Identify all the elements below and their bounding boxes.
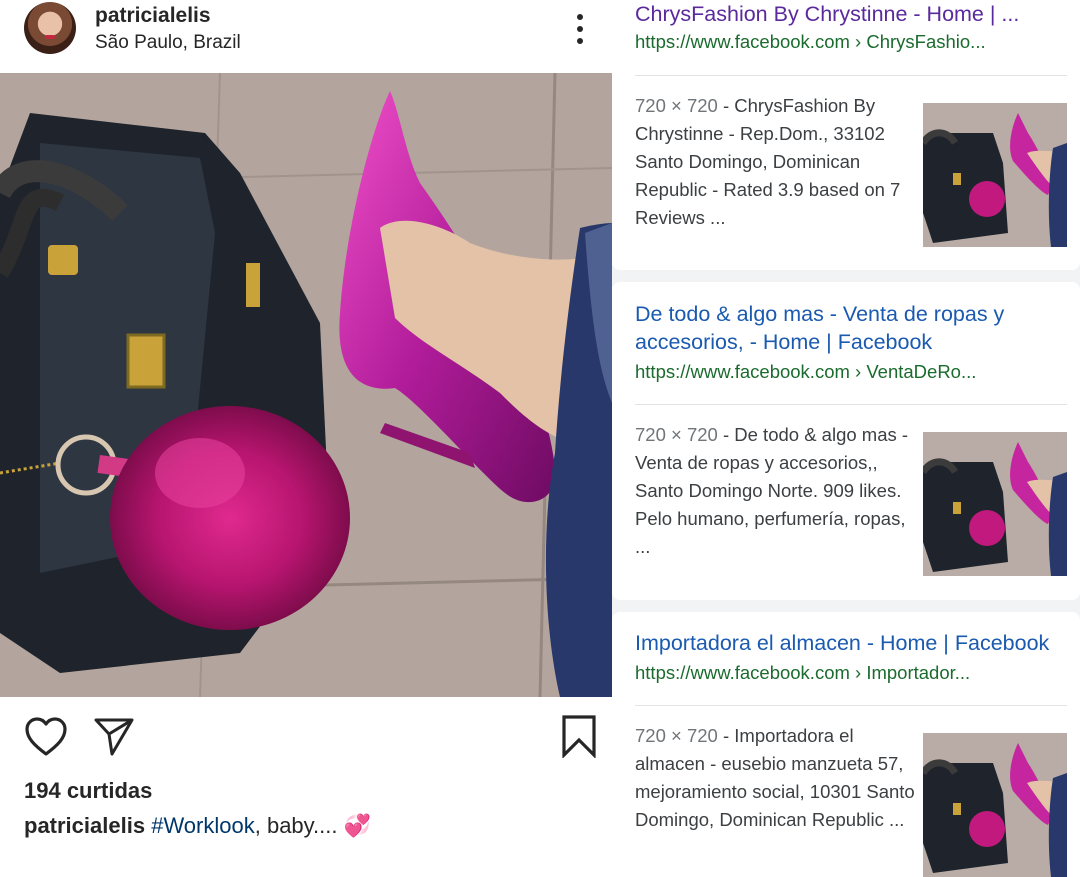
instagram-post: patricialelis São Paulo, Brazil 194 curt… <box>0 0 612 855</box>
caption-hashtag[interactable]: #Worklook <box>151 813 255 838</box>
result-description: 720 × 720 - De todo & algo mas - Venta d… <box>635 421 915 561</box>
search-result-card: ChrysFashion By Chrystinne - Home | ... … <box>612 0 1080 270</box>
result-divider <box>635 705 1067 706</box>
result-image-size: 720 × 720 <box>635 424 718 445</box>
heart-icon[interactable] <box>24 716 68 758</box>
result-thumbnail[interactable] <box>923 733 1067 877</box>
result-image-size: 720 × 720 <box>635 95 718 116</box>
avatar[interactable] <box>24 2 76 54</box>
post-photo[interactable] <box>0 73 612 697</box>
more-icon[interactable] <box>568 12 592 46</box>
post-header: patricialelis São Paulo, Brazil <box>0 0 612 72</box>
result-image-size: 720 × 720 <box>635 725 718 746</box>
result-divider <box>635 404 1067 405</box>
result-description: 720 × 720 - ChrysFashion By Chrystinne -… <box>635 92 915 232</box>
result-title-link[interactable]: Importadora el almacen - Home | Facebook <box>635 629 1065 657</box>
result-divider <box>635 75 1067 76</box>
result-url[interactable]: https://www.facebook.com › VentaDeRo... <box>635 361 976 383</box>
result-url[interactable]: https://www.facebook.com › ChrysFashio..… <box>635 31 986 53</box>
result-thumbnail[interactable] <box>923 103 1067 247</box>
post-actions <box>0 700 612 770</box>
hearts-emoji: 💞 <box>343 813 372 838</box>
search-result-card: Importadora el almacen - Home | Facebook… <box>612 612 1080 877</box>
likes-count[interactable]: 194 curtidas <box>24 778 152 804</box>
result-url[interactable]: https://www.facebook.com › Importador... <box>635 662 970 684</box>
search-results-panel: ChrysFashion By Chrystinne - Home | ... … <box>612 0 1080 877</box>
result-title-link[interactable]: De todo & algo mas - Venta de ropas y ac… <box>635 300 1065 356</box>
result-thumbnail[interactable] <box>923 432 1067 576</box>
search-result-card: De todo & algo mas - Venta de ropas y ac… <box>612 282 1080 600</box>
post-username[interactable]: patricialelis <box>95 4 211 28</box>
post-location[interactable]: São Paulo, Brazil <box>95 32 241 54</box>
caption-text: , baby.... <box>254 813 338 838</box>
post-caption: patricialelis #Worklook, baby.... 💞 <box>24 813 371 839</box>
result-description: 720 × 720 - Importadora el almacen - eus… <box>635 722 915 834</box>
bookmark-icon[interactable] <box>560 714 598 758</box>
result-title-link[interactable]: ChrysFashion By Chrystinne - Home | ... <box>635 0 1065 28</box>
share-icon[interactable] <box>92 716 136 758</box>
caption-username[interactable]: patricialelis <box>24 813 145 838</box>
